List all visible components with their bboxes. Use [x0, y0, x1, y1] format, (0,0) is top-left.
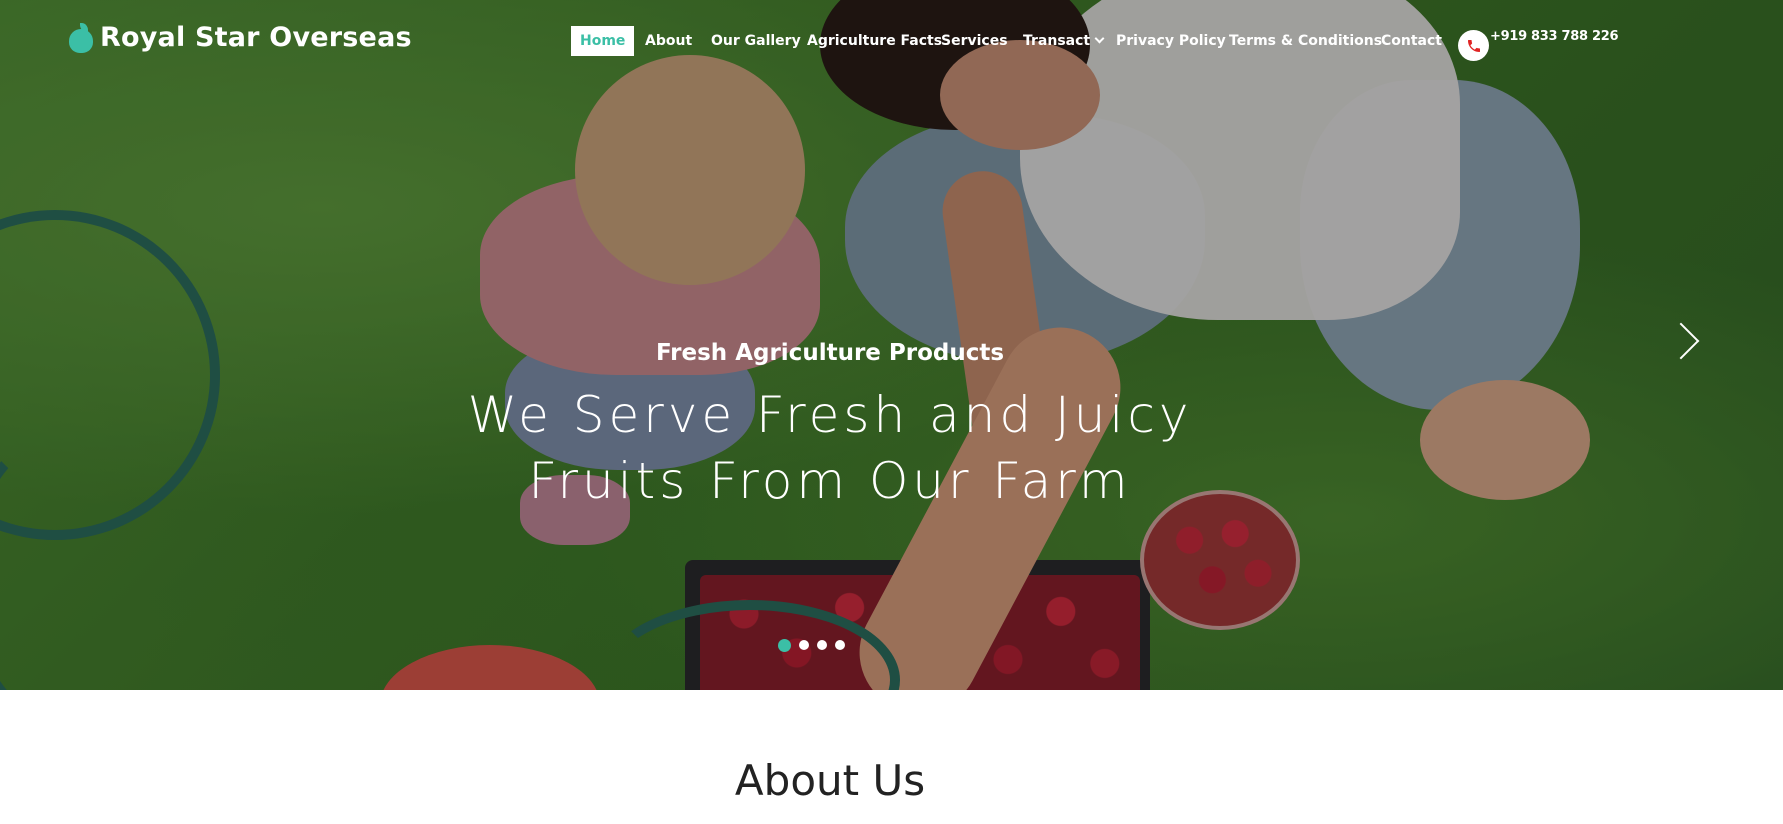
chevron-down-icon: [1094, 33, 1105, 44]
hero-title-line-1: We Serve Fresh and Juicy: [467, 386, 1193, 444]
slider-dot-3[interactable]: [817, 640, 827, 650]
slider-dot-4[interactable]: [835, 640, 845, 650]
nav-privacy-policy[interactable]: Privacy Policy: [1116, 26, 1226, 56]
hero-title: We Serve Fresh and Juicy Fruits From Our…: [0, 382, 1660, 514]
slider-dot-1[interactable]: [778, 639, 791, 652]
nav-terms-conditions[interactable]: Terms & Conditions: [1229, 26, 1382, 56]
brand-logo[interactable]: Royal Star Overseas: [68, 22, 412, 53]
nav-services[interactable]: Services: [941, 26, 1008, 56]
nav-transact-label: Transact: [1023, 33, 1091, 49]
hero-title-line-2: Fruits From Our Farm: [528, 452, 1132, 510]
apple-icon: [68, 22, 94, 53]
slider-dot-2[interactable]: [799, 640, 809, 650]
nav-about[interactable]: About: [645, 26, 692, 56]
nav-home[interactable]: Home: [571, 26, 635, 56]
phone-number[interactable]: +919 833 788 226: [1490, 29, 1619, 44]
slider-dots: [778, 639, 845, 652]
nav-contact[interactable]: Contact: [1381, 26, 1442, 56]
nav-agriculture-facts[interactable]: Agriculture Facts: [807, 26, 942, 56]
nav-transact[interactable]: Transact: [1023, 26, 1105, 56]
brand-name: Royal Star Overseas: [100, 22, 412, 53]
hero-subtitle: Fresh Agriculture Products: [655, 340, 1005, 366]
nav-our-gallery[interactable]: Our Gallery: [711, 26, 801, 56]
phone-icon[interactable]: [1458, 30, 1489, 61]
about-heading: About Us: [734, 756, 926, 805]
